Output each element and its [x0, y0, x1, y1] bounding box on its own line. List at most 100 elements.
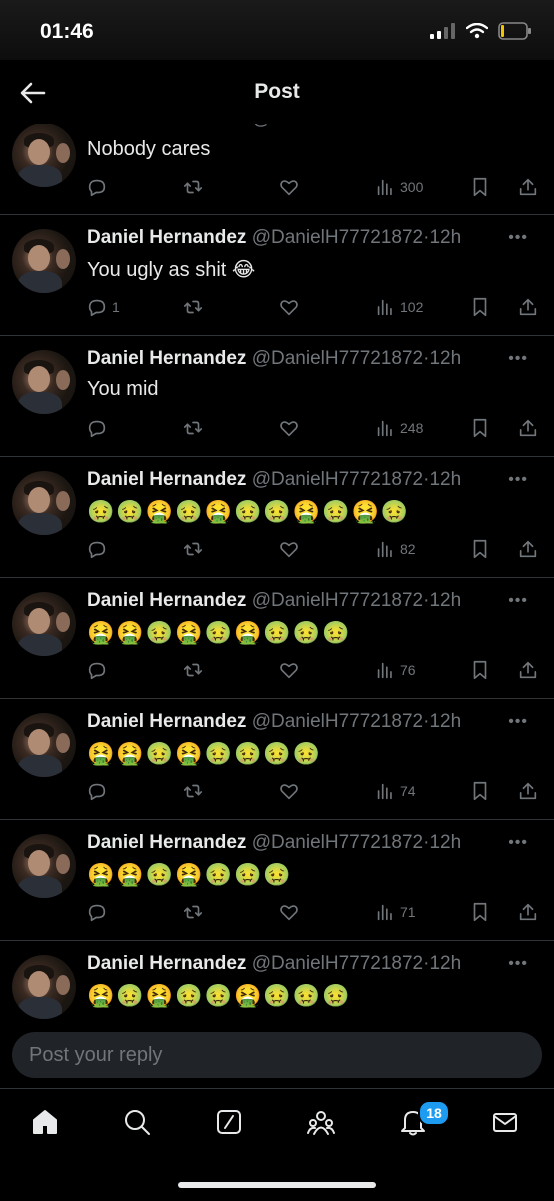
avatar[interactable] [12, 229, 76, 293]
retweet-button[interactable] [182, 295, 204, 319]
retweet-button[interactable] [182, 537, 204, 561]
tab-grok[interactable] [214, 1107, 248, 1141]
views-button[interactable]: 300 [374, 175, 423, 199]
author-name[interactable]: Daniel Hernandez [87, 953, 246, 974]
share-button[interactable] [517, 900, 539, 924]
bookmark-button[interactable] [469, 295, 491, 319]
views-button[interactable]: 74 [374, 779, 416, 803]
author-name[interactable]: Daniel Hernandez [87, 348, 246, 369]
share-button[interactable] [517, 295, 539, 319]
share-icon [519, 782, 537, 800]
retweet-button[interactable] [182, 416, 204, 440]
tweet-item[interactable]: Daniel Hernandez @DanielH77721872·12h•••… [0, 578, 554, 699]
views-icon [377, 179, 392, 196]
more-options-icon[interactable]: ••• [508, 955, 528, 973]
more-options-icon[interactable]: ••• [508, 713, 528, 731]
views-button[interactable]: 82 [374, 537, 416, 561]
more-options-icon[interactable]: ••• [508, 834, 528, 852]
avatar[interactable] [12, 471, 76, 535]
tweet-header: Daniel Hernandez @DanielH77721872·12h••• [87, 348, 542, 374]
reply-button[interactable] [86, 900, 112, 924]
more-options-icon[interactable]: ••• [508, 124, 528, 128]
tweet-item[interactable]: Daniel Hernandez @DanielH77721872·12h•••… [0, 699, 554, 820]
reply-button[interactable] [86, 416, 112, 440]
reply-icon [88, 662, 106, 680]
reply-feed[interactable]: Daniel Hernandez @DanielH77721872·12h•••… [0, 124, 554, 1020]
reply-button[interactable]: 1 [86, 295, 120, 319]
bookmark-button[interactable] [469, 779, 491, 803]
retweet-button[interactable] [182, 779, 204, 803]
reply-icon [88, 783, 106, 801]
share-button[interactable] [517, 537, 539, 561]
tab-search[interactable] [122, 1107, 156, 1141]
like-button[interactable] [278, 779, 300, 803]
author-name[interactable]: Daniel Hernandez [87, 227, 246, 248]
author-name[interactable]: Daniel Hernandez [87, 832, 246, 853]
views-button[interactable]: 71 [374, 900, 416, 924]
avatar[interactable] [12, 713, 76, 777]
timestamp: 12h [429, 348, 462, 369]
mail-icon [493, 1113, 517, 1132]
retweet-button[interactable] [182, 900, 204, 924]
like-button[interactable] [278, 658, 300, 682]
like-button[interactable] [278, 175, 300, 199]
tab-home[interactable] [30, 1107, 64, 1141]
heart-icon [280, 180, 298, 196]
share-icon [519, 661, 537, 679]
like-button[interactable] [278, 295, 300, 319]
reply-button[interactable] [86, 658, 112, 682]
bookmark-button[interactable] [469, 416, 491, 440]
views-button[interactable]: 248 [374, 416, 423, 440]
tweet-item[interactable]: Daniel Hernandez @DanielH77721872·12h•••… [0, 124, 554, 215]
reply-button[interactable] [86, 537, 112, 561]
avatar[interactable] [12, 834, 76, 898]
author-name[interactable]: Daniel Hernandez [87, 469, 246, 490]
author-name[interactable]: Daniel Hernandez [87, 590, 246, 611]
like-button[interactable] [278, 900, 300, 924]
share-button[interactable] [517, 416, 539, 440]
tweet-actions: 82 [86, 537, 542, 569]
tweet-item[interactable]: Daniel Hernandez @DanielH77721872·12h•••… [0, 820, 554, 941]
tab-messages[interactable] [490, 1107, 524, 1141]
timestamp: 12h [429, 227, 462, 248]
more-options-icon[interactable]: ••• [508, 350, 528, 368]
reply-button[interactable] [86, 779, 112, 803]
tweet-item[interactable]: Daniel Hernandez @DanielH77721872·12h•••… [0, 941, 554, 1020]
view-count: 102 [400, 299, 424, 315]
retweet-button[interactable] [182, 175, 204, 199]
share-button[interactable] [517, 175, 539, 199]
bookmark-button[interactable] [469, 658, 491, 682]
author-name[interactable]: Daniel Hernandez [87, 711, 246, 732]
reply-input[interactable]: Post your reply [12, 1032, 542, 1078]
more-options-icon[interactable]: ••• [508, 592, 528, 610]
avatar[interactable] [12, 955, 76, 1019]
tweet-item[interactable]: Daniel Hernandez @DanielH77721872·12h•••… [0, 336, 554, 457]
home-indicator [178, 1182, 376, 1188]
like-button[interactable] [278, 537, 300, 561]
timestamp: 12h [429, 469, 462, 490]
like-button[interactable] [278, 416, 300, 440]
retweet-button[interactable] [182, 658, 204, 682]
tweet-item[interactable]: Daniel Hernandez @DanielH77721872·12h•••… [0, 457, 554, 578]
bookmark-button[interactable] [469, 537, 491, 561]
wifi-icon [466, 23, 488, 39]
tweet-actions: 1 102 [86, 295, 542, 327]
bookmark-button[interactable] [469, 175, 491, 199]
more-options-icon[interactable]: ••• [508, 229, 528, 247]
tweet-item[interactable]: Daniel Hernandez @DanielH77721872·12h•••… [0, 215, 554, 336]
share-button[interactable] [517, 779, 539, 803]
bookmark-button[interactable] [469, 900, 491, 924]
reply-icon [88, 420, 106, 438]
view-count: 76 [400, 662, 416, 678]
reply-button[interactable] [86, 175, 112, 199]
avatar[interactable] [12, 124, 76, 187]
avatar[interactable] [12, 592, 76, 656]
tab-communities[interactable] [306, 1107, 340, 1141]
views-button[interactable]: 102 [374, 295, 423, 319]
views-button[interactable]: 76 [374, 658, 416, 682]
share-button[interactable] [517, 658, 539, 682]
author-name[interactable]: Daniel Hernandez [87, 124, 246, 129]
tweet-text: You ugly as shit 😂 [87, 259, 256, 281]
avatar[interactable] [12, 350, 76, 414]
more-options-icon[interactable]: ••• [508, 471, 528, 489]
